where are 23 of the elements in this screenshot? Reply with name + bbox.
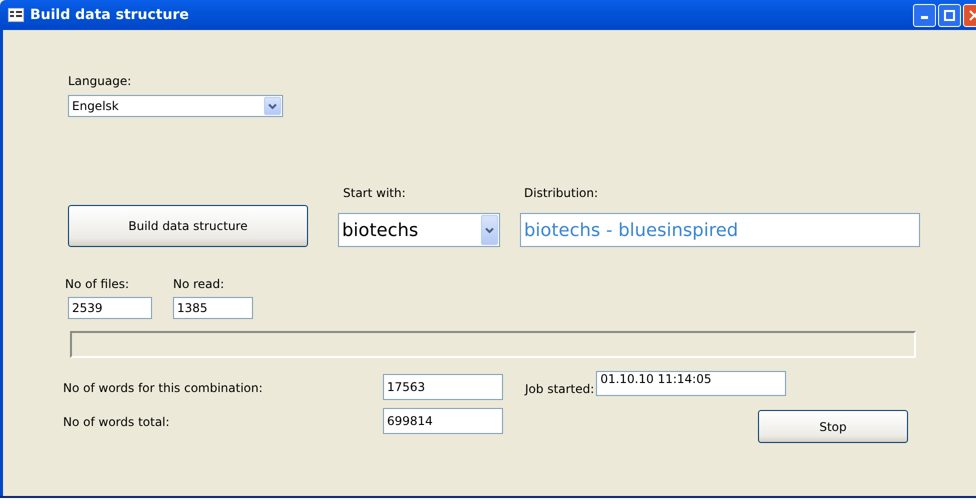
no-of-files-field[interactable]: 2539: [68, 297, 152, 319]
words-total-field[interactable]: 699814: [383, 408, 503, 434]
start-with-label: Start with:: [343, 186, 407, 200]
no-of-files-label: No of files:: [65, 277, 130, 291]
start-with-dropdown[interactable]: biotechs: [338, 213, 500, 247]
words-total-label: No of words total:: [63, 415, 171, 429]
minimize-button[interactable]: [913, 4, 936, 26]
maximize-button[interactable]: [938, 4, 961, 26]
words-combination-label: No of words for this combination:: [63, 381, 264, 395]
no-read-field[interactable]: 1385: [173, 297, 253, 319]
job-started-field[interactable]: 01.10.10 11:14:05: [596, 371, 786, 396]
form-icon: [8, 8, 24, 22]
build-data-structure-button[interactable]: Build data structure: [68, 205, 308, 247]
window-title: Build data structure: [30, 7, 189, 23]
language-label: Language:: [68, 74, 132, 88]
maximize-icon: [944, 10, 955, 20]
distribution-field[interactable]: biotechs - bluesinspired: [520, 213, 920, 247]
no-read-label: No read:: [173, 277, 226, 291]
job-started-label: Job started:: [525, 382, 594, 396]
stop-button[interactable]: Stop: [758, 410, 908, 443]
distribution-label: Distribution:: [524, 186, 600, 200]
language-dropdown[interactable]: Engelsk: [68, 95, 283, 117]
words-combination-field[interactable]: 17563: [383, 374, 503, 400]
